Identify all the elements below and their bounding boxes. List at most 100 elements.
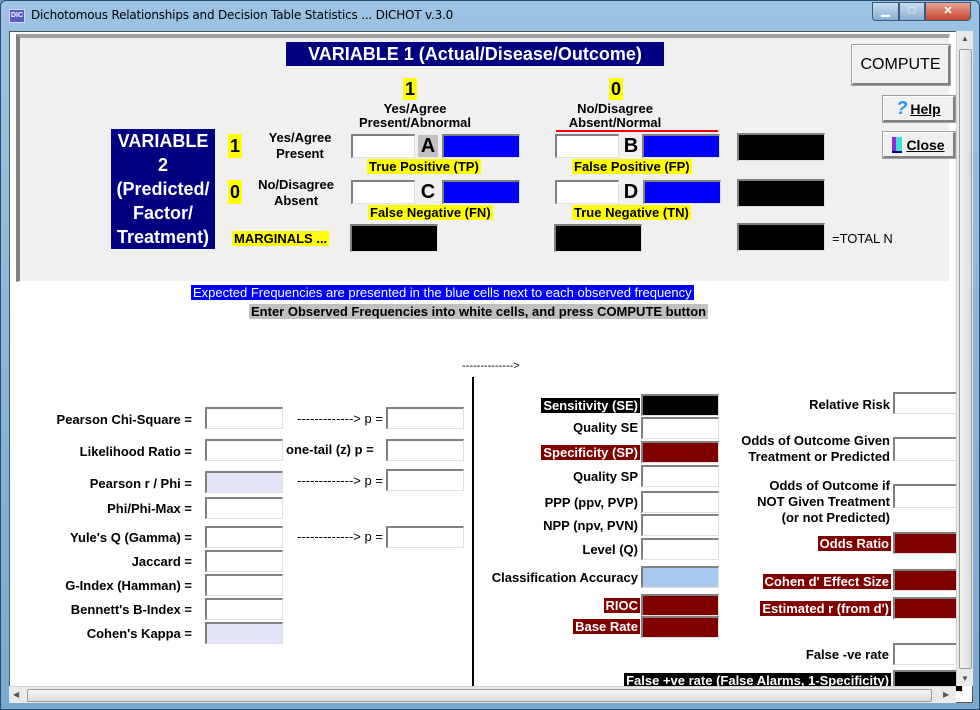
cell-d-observed-input[interactable] bbox=[555, 180, 619, 204]
minimize-button[interactable]: ▁ bbox=[872, 2, 899, 21]
cell-b-letter: B bbox=[623, 135, 639, 157]
odds-given-treatment-value bbox=[893, 437, 963, 461]
phi-phi-max-label: Phi/Phi-Max = bbox=[107, 501, 192, 516]
sensitivity-label: Sensitivity (SE) bbox=[480, 398, 640, 413]
quality-se-label: Quality SE bbox=[572, 420, 638, 435]
cell-c-observed-input[interactable] bbox=[351, 180, 415, 204]
compute-button[interactable]: COMPUTE bbox=[851, 44, 951, 86]
bennetts-b-index-value bbox=[205, 598, 283, 620]
cell-a-observed-input[interactable] bbox=[351, 134, 415, 158]
ppp-label: PPP (ppv, PVP) bbox=[544, 495, 638, 510]
odds-given-line: Odds of Outcome Given bbox=[741, 433, 890, 448]
npp-label: NPP (npv, PVN) bbox=[543, 518, 638, 533]
cell-b-expected bbox=[642, 134, 720, 158]
total-n-label: =TOTAL N bbox=[832, 231, 893, 246]
scroll-up-icon[interactable]: ▲ bbox=[961, 34, 969, 43]
yules-q-value bbox=[205, 526, 283, 548]
level-q-value bbox=[641, 538, 719, 560]
expected-frequencies-note: Expected Frequencies are presented in th… bbox=[191, 285, 694, 300]
cell-c-caption: False Negative (FN) bbox=[368, 205, 493, 220]
g-index-value bbox=[205, 574, 283, 596]
vertical-scrollbar[interactable]: ▲ ▼ bbox=[956, 31, 973, 686]
cell-b-observed-input[interactable] bbox=[555, 134, 619, 158]
phi-phi-max-value bbox=[205, 497, 283, 519]
scroll-down-icon[interactable]: ▼ bbox=[961, 674, 969, 683]
specificity-text: Specificity (SP) bbox=[541, 445, 640, 460]
minimize-icon: ▁ bbox=[881, 5, 890, 17]
col1-line1: Yes/Agree bbox=[383, 101, 447, 116]
quality-sp-label: Quality SP bbox=[572, 469, 638, 484]
odds-not-given-line: Odds of Outcome if bbox=[769, 478, 890, 493]
col0-line1: No/Disagree bbox=[577, 101, 653, 116]
cell-a-caption: True Positive (TP) bbox=[367, 159, 481, 174]
jaccard-value bbox=[205, 550, 283, 572]
odds-ratio-value bbox=[893, 532, 963, 554]
maximize-icon: □ bbox=[908, 5, 916, 17]
help-label: Help bbox=[910, 100, 941, 117]
cell-c-expected bbox=[442, 180, 520, 204]
odds-given-treatment-label: Odds of Outcome Given Treatment or Predi… bbox=[710, 433, 890, 465]
marginals-label: MARGINALS ... bbox=[232, 231, 330, 246]
observed-frequencies-note: Enter Observed Frequencies into white ce… bbox=[249, 304, 709, 319]
col0-code: 0 bbox=[609, 78, 623, 100]
phi-p-value bbox=[386, 469, 464, 491]
app-window: DIC Dichotomous Relationships and Decisi… bbox=[0, 0, 980, 710]
close-window-button[interactable]: ✕ bbox=[925, 2, 971, 21]
variable2-title: VARIABLE 2 (Predicted/ Factor/ Treatment… bbox=[111, 129, 215, 249]
odds-not-given-line: (or not Predicted) bbox=[781, 510, 890, 525]
cohen-d-value bbox=[893, 569, 963, 591]
base-rate-text: Base Rate bbox=[573, 619, 640, 634]
window-title: Dichotomous Relationships and Decision T… bbox=[31, 8, 454, 22]
center-arrow: --------------> bbox=[462, 360, 520, 372]
yules-q-p-value bbox=[386, 526, 464, 548]
cohens-kappa-value bbox=[205, 622, 283, 644]
classification-accuracy-label: Classification Accuracy bbox=[491, 570, 638, 585]
pearson-r-phi-label: Pearson r / Phi = bbox=[89, 476, 192, 491]
odds-ratio-text: Odds Ratio bbox=[817, 536, 891, 551]
row1-label: Yes/Agree Present bbox=[250, 130, 350, 162]
vertical-scroll-thumb[interactable] bbox=[959, 49, 972, 669]
scroll-right-icon[interactable]: ▶ bbox=[943, 690, 949, 699]
row0-label: No/Disagree Absent bbox=[246, 177, 346, 209]
g-index-label: G-Index (Hamman) = bbox=[65, 578, 192, 593]
likelihood-ratio-label: Likelihood Ratio = bbox=[79, 444, 192, 459]
close-icon: ✕ bbox=[943, 5, 953, 17]
rioc-text: RIOC bbox=[603, 598, 640, 613]
variable2-line: 2 bbox=[157, 155, 168, 175]
false-negative-rate-value bbox=[893, 643, 963, 665]
false-negative-rate-label: False -ve rate bbox=[805, 647, 889, 662]
scroll-left-icon[interactable]: ◀ bbox=[13, 690, 19, 699]
cohen-d-label: Cohen d' Effect Size bbox=[730, 574, 891, 589]
red-divider bbox=[556, 130, 718, 132]
level-q-label: Level (Q) bbox=[582, 542, 638, 557]
npp-value bbox=[641, 514, 719, 536]
close-button[interactable]: Close bbox=[882, 131, 956, 159]
one-tail-p-value bbox=[386, 439, 464, 461]
sensitivity-text: Sensitivity (SE) bbox=[541, 398, 640, 413]
cell-d-caption: True Negative (TN) bbox=[572, 205, 691, 220]
estimated-r-value bbox=[893, 597, 963, 619]
row0-line2: Absent bbox=[273, 193, 319, 208]
pearson-r-phi-value bbox=[205, 471, 283, 493]
col0-label: No/Disagree Absent/Normal bbox=[550, 102, 680, 130]
help-button[interactable]: ? Help bbox=[882, 95, 956, 123]
odds-not-given-line: NOT Given Treatment bbox=[757, 494, 890, 509]
base-rate-value bbox=[641, 616, 719, 638]
cell-d-letter: D bbox=[623, 181, 639, 203]
variable1-title: VARIABLE 1 (Actual/Disease/Outcome) bbox=[286, 42, 664, 66]
odds-not-given-treatment-label: Odds of Outcome if NOT Given Treatment (… bbox=[710, 478, 890, 526]
classification-accuracy-value bbox=[641, 566, 719, 588]
estimated-r-label: Estimated r (from d') bbox=[730, 601, 891, 616]
one-tail-p-label: one-tail (z) p = bbox=[286, 442, 374, 457]
cohen-d-text: Cohen d' Effect Size bbox=[762, 574, 891, 589]
chi-square-p-label: -------------> p = bbox=[297, 411, 383, 426]
pearson-chi-square-value bbox=[205, 407, 283, 429]
horizontal-scrollbar[interactable]: ◀ ▶ bbox=[9, 686, 956, 703]
app-icon[interactable]: DIC bbox=[9, 9, 25, 23]
cell-c-letter: C bbox=[420, 181, 436, 203]
title-bar[interactable]: DIC Dichotomous Relationships and Decisi… bbox=[1, 1, 979, 31]
horizontal-scroll-thumb[interactable] bbox=[27, 689, 932, 702]
close-label: Close bbox=[906, 136, 945, 153]
maximize-button[interactable]: □ bbox=[899, 2, 925, 21]
yules-q-p-label: -------------> p = bbox=[297, 529, 383, 544]
